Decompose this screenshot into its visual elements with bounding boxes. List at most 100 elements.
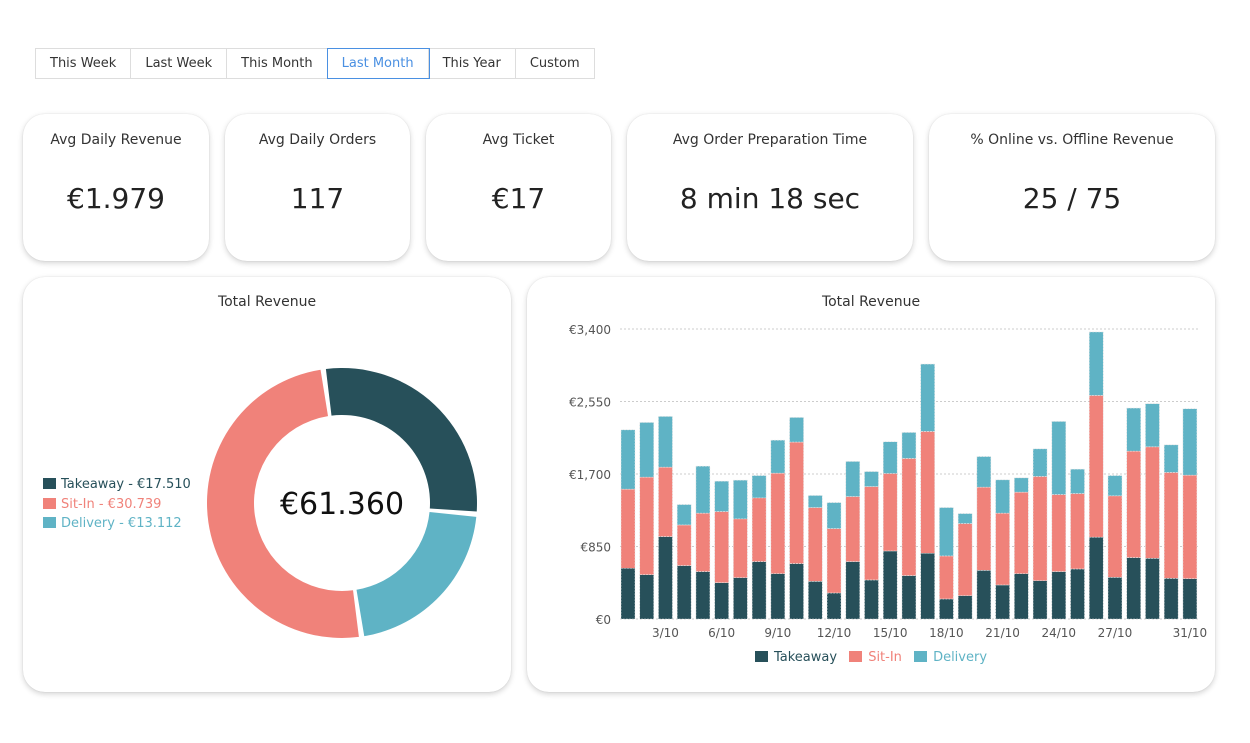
bar-sitin[interactable] — [789, 441, 804, 564]
bar-takeaway[interactable] — [1126, 557, 1142, 620]
bar-takeaway[interactable] — [1163, 578, 1179, 620]
bar-delivery[interactable] — [1088, 331, 1104, 396]
donut-slice-delivery[interactable] — [356, 512, 477, 637]
bar-takeaway[interactable] — [1051, 571, 1067, 620]
bar-sitin[interactable] — [920, 431, 935, 554]
bar-takeaway[interactable] — [1014, 573, 1029, 620]
bar-sitin[interactable] — [826, 528, 842, 594]
bar-sitin[interactable] — [1163, 472, 1179, 579]
legend-sitin[interactable]: Sit-In — [847, 650, 904, 665]
bar-sitin[interactable] — [1145, 446, 1160, 559]
bar-delivery[interactable] — [1051, 421, 1067, 495]
bar-sitin[interactable] — [770, 472, 786, 574]
bar-takeaway[interactable] — [807, 580, 823, 620]
filter-last-month[interactable]: Last Month — [326, 48, 430, 79]
filter-this-week[interactable]: This Week — [36, 49, 132, 78]
bar-sitin[interactable] — [676, 524, 692, 566]
bar-sitin[interactable] — [1070, 493, 1085, 570]
filter-this-month[interactable]: This Month — [227, 49, 328, 78]
bar-delivery[interactable] — [901, 432, 917, 459]
bar-delivery[interactable] — [770, 439, 786, 474]
bar-takeaway[interactable] — [751, 561, 767, 620]
bar-sitin[interactable] — [939, 555, 954, 600]
bar-takeaway[interactable] — [1088, 536, 1104, 620]
bar-delivery[interactable] — [976, 456, 992, 488]
bar-sitin[interactable] — [901, 458, 917, 576]
bar-takeaway[interactable] — [639, 574, 655, 620]
bar-takeaway[interactable] — [676, 565, 692, 620]
bar-delivery[interactable] — [845, 461, 861, 497]
bar-takeaway[interactable] — [733, 577, 748, 620]
bar-sitin[interactable] — [1126, 450, 1142, 558]
bar-sitin[interactable] — [845, 496, 861, 562]
bar-sitin[interactable] — [1088, 395, 1104, 538]
bar-sitin[interactable] — [864, 486, 879, 581]
bar-takeaway[interactable] — [695, 571, 711, 620]
bar-delivery[interactable] — [807, 495, 823, 508]
bar-takeaway[interactable] — [1107, 576, 1123, 620]
bar-delivery[interactable] — [1182, 408, 1198, 476]
bar-sitin[interactable] — [976, 486, 992, 571]
bar-sitin[interactable] — [1014, 491, 1029, 574]
bar-sitin[interactable] — [957, 523, 973, 596]
bar-delivery[interactable] — [639, 422, 655, 478]
bar-delivery[interactable] — [733, 479, 748, 520]
bar-delivery[interactable] — [676, 504, 692, 526]
bar-sitin[interactable] — [995, 512, 1010, 586]
bar-sitin[interactable] — [733, 518, 748, 578]
filter-this-year[interactable]: This Year — [428, 49, 516, 78]
bar-takeaway[interactable] — [658, 536, 673, 620]
bar-delivery[interactable] — [882, 441, 898, 474]
bar-sitin[interactable] — [807, 507, 823, 582]
bar-sitin[interactable] — [1051, 494, 1067, 572]
bar-delivery[interactable] — [714, 480, 729, 512]
bar-sitin[interactable] — [1182, 474, 1198, 579]
bar-takeaway[interactable] — [1032, 580, 1048, 620]
bar-takeaway[interactable] — [1145, 557, 1160, 620]
bar-takeaway[interactable] — [789, 563, 804, 620]
bar-sitin[interactable] — [751, 497, 767, 562]
bar-takeaway[interactable] — [901, 575, 917, 620]
bar-sitin[interactable] — [639, 476, 655, 575]
bar-delivery[interactable] — [695, 465, 711, 514]
bar-takeaway[interactable] — [845, 561, 861, 620]
bar-takeaway[interactable] — [939, 598, 954, 620]
legend-delivery[interactable]: Delivery — [912, 650, 989, 665]
bar-delivery[interactable] — [995, 479, 1010, 514]
bar-sitin[interactable] — [714, 511, 729, 583]
bar-sitin[interactable] — [695, 512, 711, 572]
bar-sitin[interactable] — [1032, 476, 1048, 581]
bar-sitin[interactable] — [882, 473, 898, 552]
bar-delivery[interactable] — [1032, 448, 1048, 477]
bar-delivery[interactable] — [789, 417, 804, 443]
bar-takeaway[interactable] — [620, 567, 636, 620]
bar-delivery[interactable] — [826, 502, 842, 529]
bar-delivery[interactable] — [957, 513, 973, 524]
bar-delivery[interactable] — [939, 507, 954, 557]
filter-custom[interactable]: Custom — [515, 49, 594, 78]
bar-takeaway[interactable] — [826, 592, 842, 620]
bar-sitin[interactable] — [1107, 495, 1123, 578]
bar-delivery[interactable] — [1163, 444, 1179, 473]
bar-delivery[interactable] — [1126, 407, 1142, 452]
bar-takeaway[interactable] — [714, 582, 729, 620]
bar-delivery[interactable] — [864, 471, 879, 487]
bar-takeaway[interactable] — [882, 550, 898, 620]
bar-delivery[interactable] — [1107, 475, 1123, 497]
bar-delivery[interactable] — [1070, 468, 1085, 494]
bar-takeaway[interactable] — [957, 595, 973, 620]
bar-delivery[interactable] — [751, 475, 767, 499]
bar-sitin[interactable] — [658, 466, 673, 537]
bar-takeaway[interactable] — [976, 569, 992, 620]
bar-delivery[interactable] — [920, 363, 935, 432]
bar-takeaway[interactable] — [1070, 568, 1085, 620]
legend-takeaway[interactable]: Takeaway — [753, 650, 839, 665]
bar-takeaway[interactable] — [770, 573, 786, 620]
bar-takeaway[interactable] — [920, 552, 935, 620]
bar-delivery[interactable] — [1145, 403, 1160, 448]
bar-delivery[interactable] — [1014, 477, 1029, 493]
bar-takeaway[interactable] — [864, 579, 879, 620]
bar-takeaway[interactable] — [995, 584, 1010, 620]
bar-takeaway[interactable] — [1182, 578, 1198, 620]
bar-delivery[interactable] — [620, 429, 636, 490]
